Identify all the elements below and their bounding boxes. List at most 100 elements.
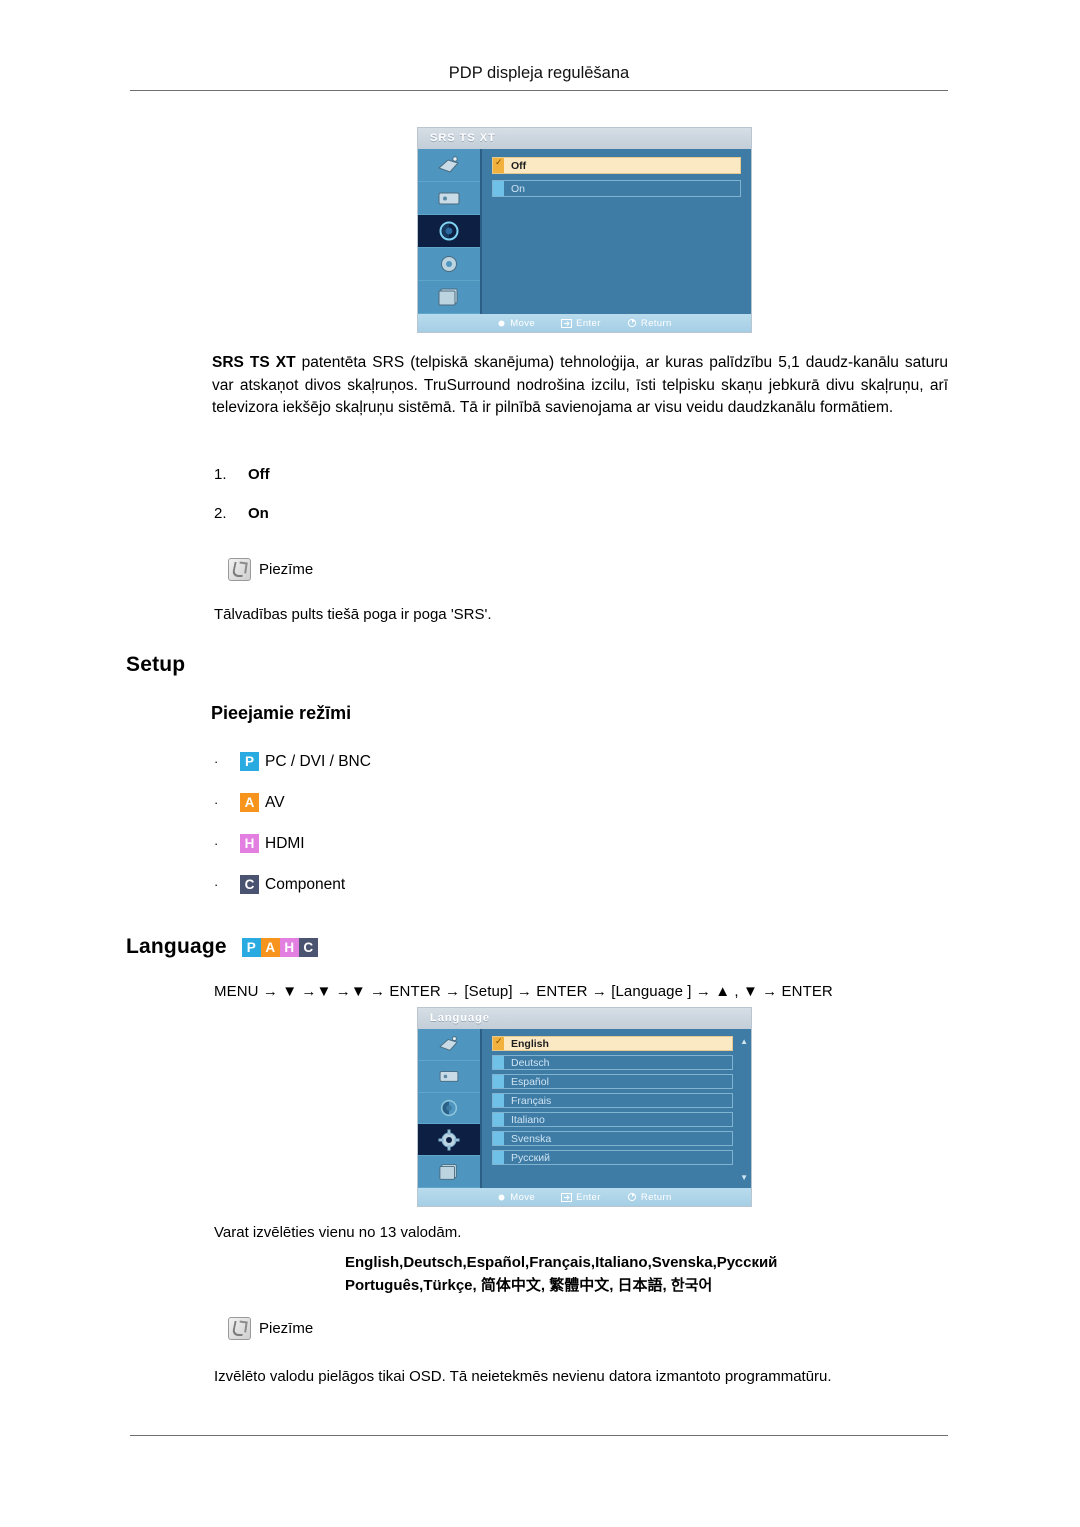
osd-options-language: English Deutsch Español Français Italian…	[482, 1029, 751, 1188]
osd-option-label: Off	[511, 159, 527, 172]
osd-option-row[interactable]: On	[492, 180, 741, 197]
note-label: Piezīme	[259, 1320, 314, 1337]
input-icon[interactable]	[418, 182, 480, 215]
osd-option-label: Español	[511, 1075, 549, 1088]
osd-screenshot-language: Language English	[417, 1007, 752, 1207]
list-item: · A AV	[214, 793, 371, 812]
list-item: 1. Off	[214, 466, 270, 483]
note-icon	[228, 558, 251, 581]
footer-divider	[130, 1435, 948, 1436]
srs-description: SRS TS XT patentēta SRS (telpiskā skanēj…	[212, 352, 948, 420]
return-icon	[627, 1192, 636, 1202]
osd-options-srs: Off On	[482, 149, 751, 314]
srs-body: patentēta SRS (telpiskā skanējuma) tehno…	[212, 354, 948, 417]
picture-icon[interactable]	[418, 1029, 480, 1061]
osd-screenshot-srs: SRS TS XT Off	[417, 127, 752, 333]
enter-icon	[561, 318, 573, 328]
note-label: Piezīme	[259, 561, 314, 578]
osd-footer-move: Move	[497, 318, 535, 329]
osd-footer-return: Return	[627, 318, 672, 329]
mode-badge-hdmi: H	[279, 937, 299, 957]
section-heading-setup: Setup	[126, 653, 186, 676]
setup-icon[interactable]	[418, 1124, 480, 1157]
osd-option-label: On	[511, 182, 526, 195]
mode-badge-pc: P	[240, 752, 259, 771]
mode-badge-component: C	[298, 937, 318, 957]
sound-icon[interactable]	[418, 1093, 480, 1125]
setup-icon[interactable]	[418, 248, 480, 281]
move-icon	[498, 1194, 505, 1200]
osd-option-row[interactable]: English	[492, 1036, 733, 1051]
option-chip	[493, 1094, 504, 1107]
return-icon	[627, 318, 636, 328]
list-item: · H HDMI	[214, 834, 371, 853]
osd-option-row[interactable]: Deutsch	[492, 1055, 733, 1070]
language-line-1: English,Deutsch,Español,Français,Italian…	[345, 1254, 778, 1271]
scroll-down-icon[interactable]: ▼	[740, 1173, 748, 1182]
option-chip	[493, 181, 504, 196]
osd-title-srs: SRS TS XT	[418, 128, 751, 149]
page-header: PDP displeja regulēšana	[448, 64, 630, 82]
osd-footer-enter: Enter	[561, 318, 601, 329]
language-badge-group: P A H C	[241, 937, 318, 957]
language-count-caption: Varat izvēlēties vienu no 13 valodām.	[214, 1224, 462, 1241]
menu-navigation-path: MENU → ▼ →▼ →▼ → ENTER → [Setup] → ENTER…	[214, 983, 833, 1000]
bullet-icon: ·	[214, 877, 219, 892]
scroll-up-icon[interactable]: ▲	[740, 1037, 748, 1046]
language-names-list: English,Deutsch,Español,Français,Italian…	[345, 1252, 777, 1297]
bullet-icon: ·	[214, 795, 219, 810]
osd-option-row[interactable]: Svenska	[492, 1131, 733, 1146]
note-text-2: Izvēlēto valodu pielāgos tikai OSD. Tā n…	[214, 1368, 832, 1385]
enter-icon	[561, 1192, 573, 1202]
mode-badge-component: C	[240, 875, 259, 894]
osd-option-label: Italiano	[511, 1113, 545, 1126]
osd-option-label: Svenska	[511, 1132, 552, 1145]
available-modes-list: · P PC / DVI / BNC · A AV · H HDMI · C C…	[214, 752, 371, 916]
option-chip	[493, 1075, 504, 1088]
option-chip	[493, 1056, 504, 1069]
osd-option-label: Русский	[511, 1151, 550, 1164]
osd-option-row[interactable]: Français	[492, 1093, 733, 1108]
list-item: · C Component	[214, 875, 371, 894]
bullet-icon: ·	[214, 836, 219, 851]
osd-option-row[interactable]: Español	[492, 1074, 733, 1089]
multi-control-icon[interactable]	[418, 281, 480, 314]
osd-sidebar-language	[418, 1029, 482, 1188]
bullet-icon: ·	[214, 754, 219, 769]
note-text-1: Tālvadības pults tiešā poga ir poga 'SRS…	[214, 606, 492, 623]
multi-control-icon[interactable]	[418, 1156, 480, 1188]
mode-label: PC / DVI / BNC	[265, 752, 371, 770]
osd-option-label: English	[511, 1037, 549, 1050]
option-chip	[493, 1113, 504, 1126]
osd-footer-return: Return	[627, 1192, 672, 1203]
osd-option-label: Deutsch	[511, 1056, 550, 1069]
language-line-2: Português,Türkçe, 简体中文, 繁體中文, 日本語, 한국어	[345, 1276, 713, 1294]
mode-label: HDMI	[265, 834, 305, 852]
osd-title-language: Language	[418, 1008, 751, 1029]
mode-label: AV	[265, 793, 285, 811]
osd-option-row[interactable]: Off	[492, 157, 741, 174]
osd-footer-move: Move	[497, 1192, 535, 1203]
list-item: · P PC / DVI / BNC	[214, 752, 371, 771]
osd-footer-enter: Enter	[561, 1192, 601, 1203]
mode-badge-av: A	[240, 793, 259, 812]
check-icon	[493, 1037, 504, 1050]
note-piezime-2: Piezīme	[228, 1317, 313, 1340]
sound-icon[interactable]	[418, 215, 480, 248]
check-icon	[493, 158, 504, 173]
note-piezime-1: Piezīme	[228, 558, 313, 581]
mode-badge-pc: P	[241, 937, 261, 957]
osd-option-row[interactable]: Русский	[492, 1150, 733, 1165]
subheading-available-modes: Pieejamie režīmi	[211, 703, 352, 723]
picture-icon[interactable]	[418, 149, 480, 182]
osd-footer-language: Move Enter Return	[418, 1188, 751, 1206]
srs-option-list: 1. Off 2. On	[214, 466, 270, 544]
osd-sidebar-srs	[418, 149, 482, 314]
header-divider	[130, 90, 948, 91]
mode-label: Component	[265, 875, 346, 893]
osd-option-label: Français	[511, 1094, 552, 1107]
move-icon	[498, 320, 505, 326]
osd-option-row[interactable]: Italiano	[492, 1112, 733, 1127]
option-chip	[493, 1132, 504, 1145]
input-icon[interactable]	[418, 1061, 480, 1093]
